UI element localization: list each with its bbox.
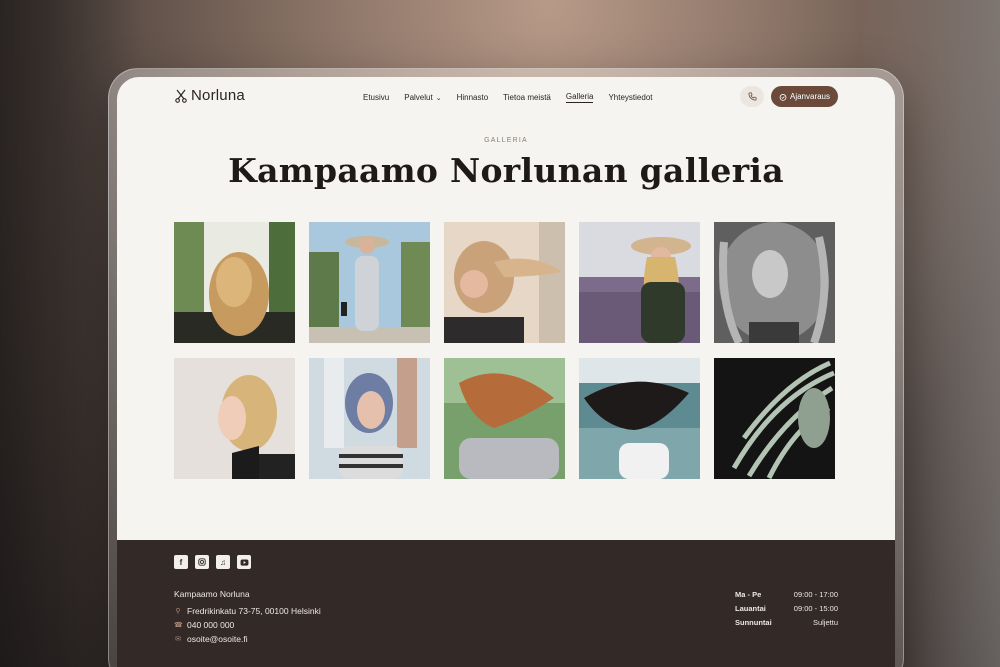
tiktok-icon[interactable]: ♫ <box>216 555 230 569</box>
website-screen: Norluna Etusivu Palvelut ⌄ Hinnasto Tiet… <box>117 77 895 667</box>
gallery-image-wavy-blonde-hair[interactable] <box>174 222 295 343</box>
nav-item-tietoa-meista[interactable]: Tietoa meistä <box>503 92 551 103</box>
brand-name: Norluna <box>191 87 245 104</box>
gallery-image-blonde-bob-profile[interactable] <box>174 358 295 479</box>
phone-row[interactable]: ☎ 040 000 000 <box>174 618 321 632</box>
hours-row: Lauantai 09:00 - 15:00 <box>735 604 838 618</box>
phone-text: 040 000 000 <box>187 620 235 630</box>
section-eyebrow: GALLERIA <box>484 137 528 144</box>
hours-row: Sunnuntai Suljettu <box>735 618 838 632</box>
address-row: ⚲ Fredrikinkatu 73-75, 00100 Helsinki <box>174 604 321 618</box>
main-nav: Etusivu Palvelut ⌄ Hinnasto Tietoa meist… <box>363 92 653 103</box>
opening-hours: Ma - Pe 09:00 - 17:00 Lauantai 09:00 - 1… <box>735 590 838 632</box>
phone-icon: ☎ <box>174 622 183 629</box>
nav-item-galleria[interactable]: Galleria <box>565 92 594 103</box>
gallery-image-flowing-blonde-hair[interactable] <box>444 222 565 343</box>
hours-day: Ma - Pe <box>735 590 762 599</box>
facebook-icon[interactable]: f <box>174 555 188 569</box>
hours-time: 09:00 - 15:00 <box>793 604 838 613</box>
mail-icon: ✉ <box>175 636 181 643</box>
location-pin-icon: ⚲ <box>175 608 181 615</box>
gallery-image-woman-sunhat-street[interactable] <box>309 222 430 343</box>
gallery-image-tossing-auburn-hair[interactable] <box>444 358 565 479</box>
page-title: Kampaamo Norlunan galleria <box>228 151 784 190</box>
scissors-icon <box>175 89 187 103</box>
phone-button[interactable] <box>740 86 764 107</box>
gallery-image-hat-lavender-field[interactable] <box>579 222 700 343</box>
email-row[interactable]: ✉ osoite@osoite.fi <box>174 632 321 646</box>
phone-icon <box>747 92 757 101</box>
hours-time: 09:00 - 17:00 <box>793 590 838 599</box>
hours-day: Lauantai <box>735 604 766 613</box>
hours-row: Ma - Pe 09:00 - 17:00 <box>735 590 838 604</box>
contact-info: ⚲ Fredrikinkatu 73-75, 00100 Helsinki ☎ … <box>174 604 321 646</box>
social-links: f ♫ <box>174 555 251 569</box>
email-text: osoite@osoite.fi <box>187 634 248 644</box>
gallery-image-silver-hair-black-bg[interactable] <box>714 358 835 479</box>
gallery-image-dark-hair-by-sea[interactable] <box>579 358 700 479</box>
calendar-icon <box>779 93 787 101</box>
site-header: Norluna Etusivu Palvelut ⌄ Hinnasto Tiet… <box>117 77 895 117</box>
gallery-grid <box>174 222 835 479</box>
address-text: Fredrikinkatu 73-75, 00100 Helsinki <box>187 606 321 616</box>
booking-label: Ajanvaraus <box>789 92 831 101</box>
nav-item-palvelut[interactable]: Palvelut ⌄ <box>404 92 441 103</box>
youtube-icon[interactable] <box>237 555 251 569</box>
nav-item-etusivu[interactable]: Etusivu <box>363 92 389 103</box>
gallery-image-black-white-curly-hair[interactable] <box>714 222 835 343</box>
hours-time: Suljettu <box>812 618 838 627</box>
chevron-down-icon: ⌄ <box>435 94 442 102</box>
nav-item-hinnasto[interactable]: Hinnasto <box>457 92 489 103</box>
logo[interactable]: Norluna <box>175 87 245 104</box>
hours-day: Sunnuntai <box>735 618 772 627</box>
instagram-icon[interactable] <box>195 555 209 569</box>
site-footer: f ♫ Kampaamo Norluna ⚲ Fredrikinkatu 73-… <box>117 540 895 667</box>
gallery-image-blue-grey-bob[interactable] <box>309 358 430 479</box>
nav-item-label: Palvelut <box>404 93 433 102</box>
nav-item-yhteystiedot[interactable]: Yhteystiedot <box>608 92 652 103</box>
business-name: Kampaamo Norluna <box>174 589 250 599</box>
booking-button[interactable]: Ajanvaraus <box>771 86 838 107</box>
